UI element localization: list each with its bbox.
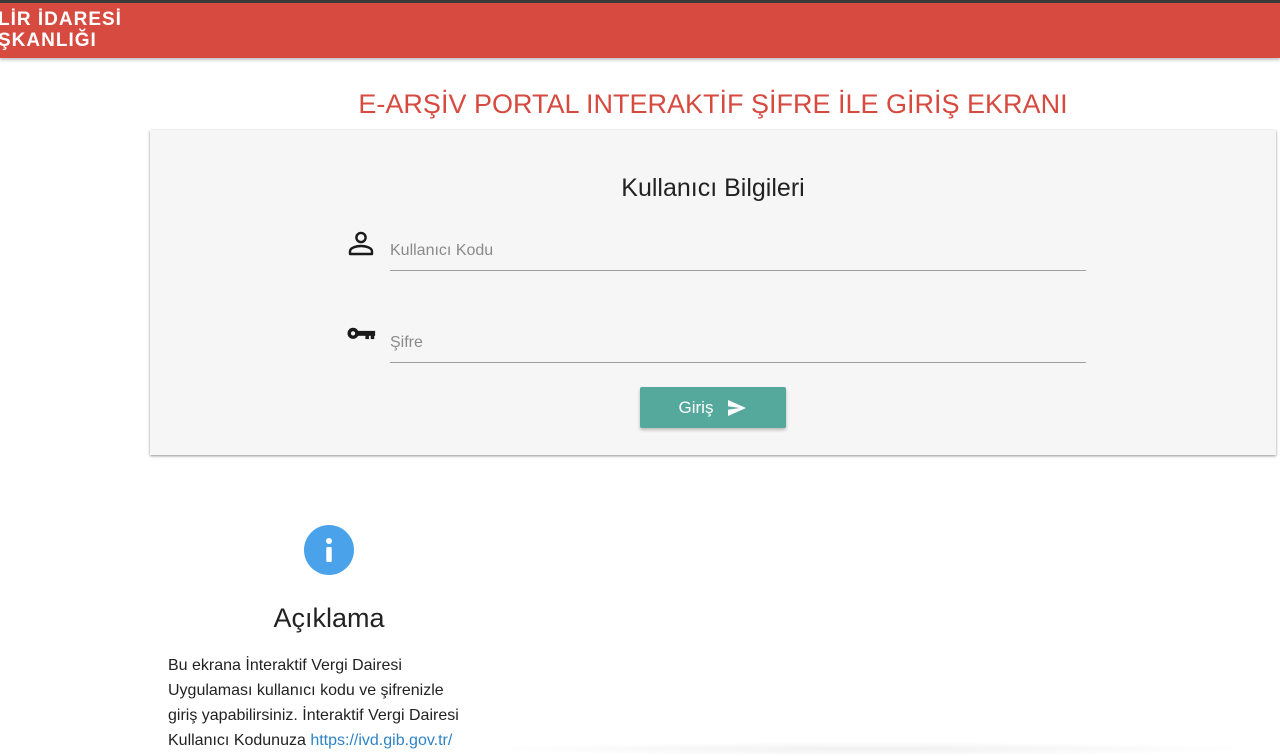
login-card-title: Kullanıcı Bilgileri [621, 174, 805, 202]
username-field [348, 231, 1086, 271]
info-line-4-text: Kullanıcı Kodunuza [168, 732, 311, 749]
info-icon [304, 525, 354, 575]
login-button-label: Giriş [678, 397, 714, 417]
info-description: Bu ekrana İnteraktif Vergi Dairesi Uygul… [168, 653, 498, 753]
info-line-2: Uygulaması kullanıcı kodu ve şifrenizle [168, 682, 444, 699]
header-bar: LİR İDARESİ ŞKANLIĞI [0, 0, 1280, 58]
brand-line-2: ŞKANLIĞI [0, 30, 97, 51]
login-button[interactable]: Giriş [640, 387, 786, 428]
person-icon [348, 231, 374, 256]
page-title: E-ARŞİV PORTAL INTERAKTİF ŞİFRE İLE GİRİ… [358, 89, 1068, 119]
info-heading: Açıklama [273, 603, 385, 633]
password-input[interactable] [390, 323, 1086, 363]
password-field [347, 323, 1086, 363]
info-line-4: Kullanıcı Kodunuza https://ivd.gib.gov.t… [168, 728, 498, 753]
ivd-link[interactable]: https://ivd.gib.gov.tr/ [310, 732, 452, 749]
brand-line-1: LİR İDARESİ [0, 9, 122, 30]
login-card: Kullanıcı Bilgileri Giriş [150, 130, 1276, 455]
username-input[interactable] [390, 231, 1086, 271]
info-line-1: Bu ekrana İnteraktif Vergi Dairesi [168, 657, 402, 674]
send-icon [728, 399, 747, 416]
info-line-3: giriş yapabilirsiniz. İnteraktif Vergi D… [168, 707, 459, 724]
key-icon [347, 327, 376, 340]
brand-logo-text: LİR İDARESİ ŞKANLIĞI [0, 9, 122, 51]
